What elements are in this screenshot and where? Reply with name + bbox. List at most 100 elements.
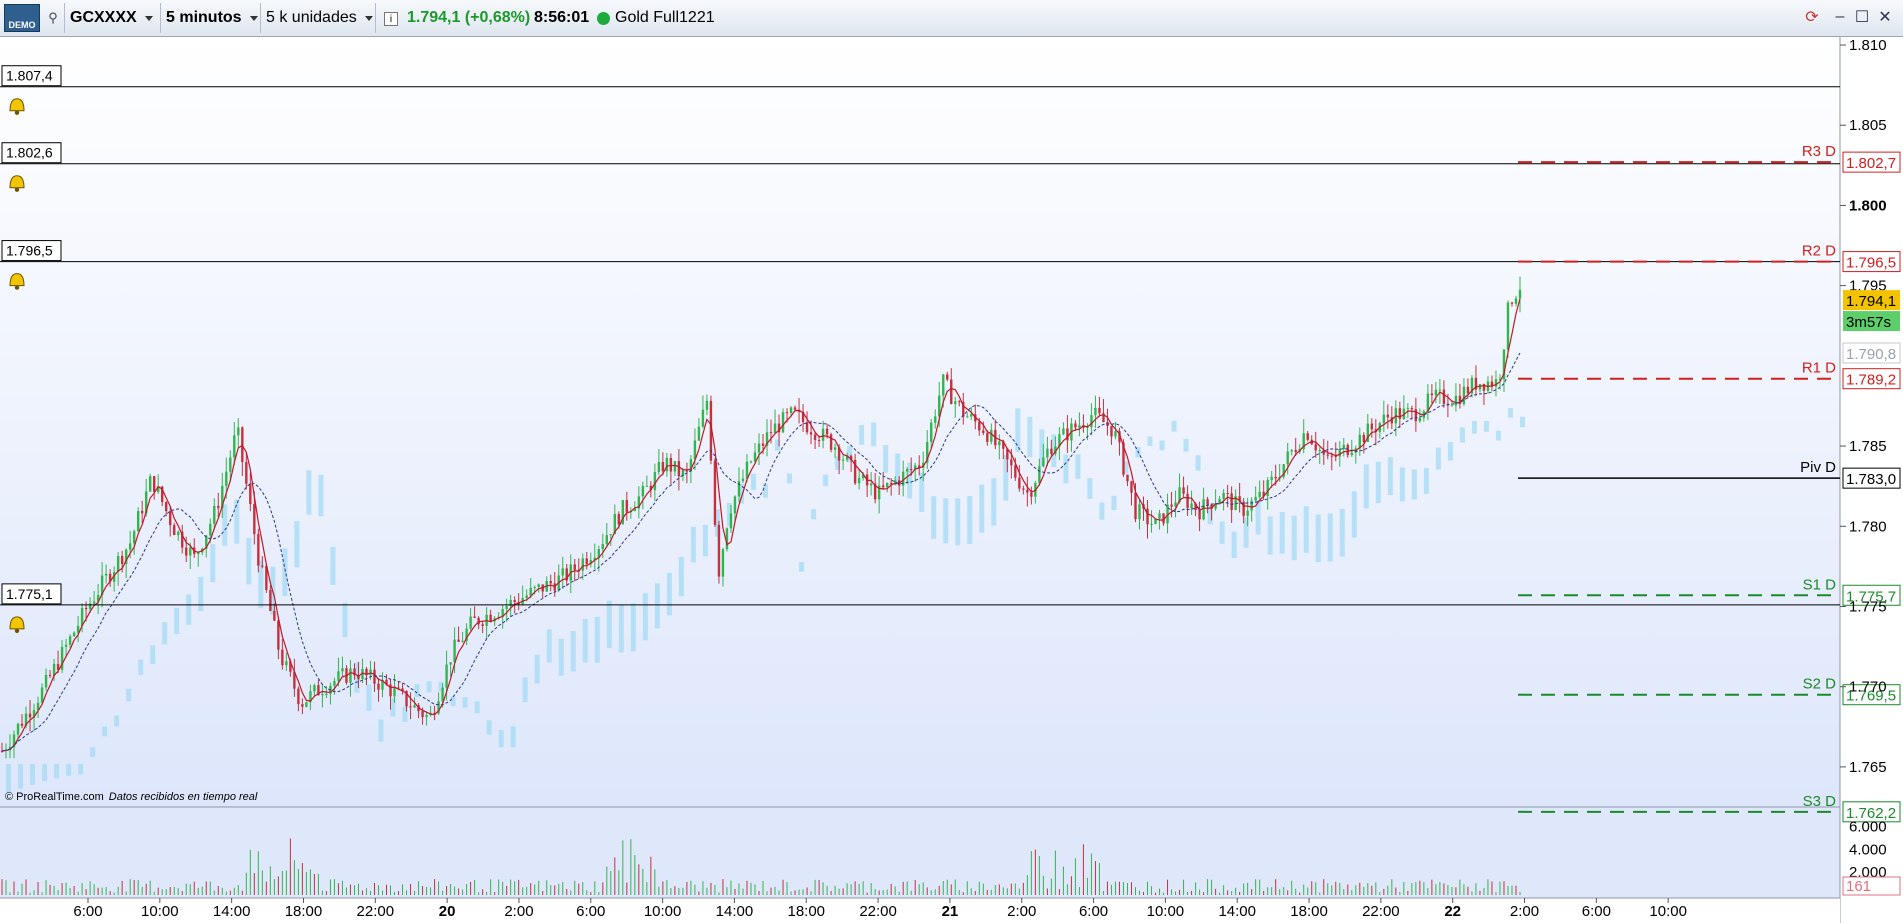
- candle-body: [189, 547, 192, 556]
- candle-body: [132, 531, 136, 544]
- candle-body: [789, 407, 793, 414]
- candle-body: [325, 693, 328, 695]
- candle-body: [341, 668, 344, 672]
- pivot-name: R1 D: [1802, 360, 1836, 377]
- minimize-icon[interactable]: –: [1830, 6, 1850, 28]
- pivot-name: S1 D: [1803, 576, 1837, 593]
- cloud-segment: [1063, 454, 1069, 484]
- cloud-segment: [1387, 457, 1393, 496]
- cloud-segment: [210, 544, 216, 583]
- symbol-selector[interactable]: GCXXXX: [70, 4, 153, 32]
- maximize-icon[interactable]: ☐: [1852, 6, 1872, 28]
- cloud-segment: [1087, 478, 1093, 499]
- period-selector[interactable]: 5 minutos: [166, 4, 258, 32]
- cloud-segment: [1159, 440, 1165, 451]
- candle-body: [449, 662, 452, 665]
- bell-clapper: [14, 285, 20, 290]
- candle-body: [1290, 450, 1293, 452]
- cloud-segment: [618, 604, 624, 653]
- candle-body: [717, 524, 721, 577]
- price-tick-label: 1.765: [1849, 759, 1887, 776]
- candle-body: [1230, 493, 1233, 511]
- candle-body: [1462, 386, 1466, 405]
- candle-body: [92, 601, 96, 604]
- candle-body: [721, 549, 725, 577]
- candle-body: [120, 555, 124, 564]
- candle-body: [305, 702, 308, 707]
- cloud-segment: [1015, 408, 1021, 452]
- candle-body: [104, 573, 108, 576]
- cloud-segment: [1111, 495, 1117, 511]
- pivot-name: Piv D: [1800, 459, 1836, 476]
- chevron-down-icon: [364, 15, 373, 21]
- cloud-segment: [546, 629, 552, 663]
- cloud-segment: [1363, 464, 1369, 509]
- candle-body: [1442, 389, 1446, 404]
- sync-icon[interactable]: ⟳: [1802, 6, 1822, 28]
- candle-body: [1466, 386, 1470, 394]
- candle-body: [209, 523, 212, 536]
- candle-body: [761, 443, 765, 446]
- time-tick-label: 14:00: [716, 903, 754, 920]
- candle-body: [1014, 465, 1017, 478]
- info-icon[interactable]: i: [384, 12, 398, 26]
- candle-body: [321, 694, 324, 696]
- cloud-segment: [378, 719, 384, 742]
- close-icon[interactable]: ✕: [1875, 6, 1895, 28]
- cloud-segment: [1027, 416, 1033, 458]
- candle-body: [20, 723, 24, 726]
- candle-body: [905, 469, 909, 472]
- faded-price-label: 1.790,8: [1846, 346, 1896, 363]
- cloud-segment: [426, 681, 432, 693]
- candle-body: [1370, 423, 1374, 430]
- candle-body: [249, 483, 252, 505]
- link-icon[interactable]: ⚲: [44, 4, 62, 32]
- candle-body: [769, 432, 773, 434]
- symbol-label: GCXXXX: [70, 9, 137, 26]
- time-tick-label: 10:00: [1649, 903, 1687, 920]
- cloud-segment: [366, 684, 372, 711]
- candle-body: [1150, 523, 1153, 525]
- cloud-segment: [1075, 454, 1081, 479]
- candle-body: [757, 443, 761, 453]
- candle-body: [889, 482, 893, 484]
- price-chart[interactable]: 1.807,4 1.802,6 1.796,5 1.775,1 R3 D 1.802,7…: [0, 37, 1903, 923]
- candle-body: [28, 713, 32, 718]
- candle-body: [1294, 450, 1297, 452]
- cloud-segment: [102, 726, 108, 737]
- time-tick-label: 14:00: [213, 903, 251, 920]
- candle-body: [733, 496, 737, 514]
- candle-body: [529, 587, 532, 596]
- candle-body: [946, 374, 949, 380]
- cloud-segment: [1231, 531, 1237, 558]
- candle-body: [1186, 493, 1189, 509]
- candle-body: [821, 428, 825, 441]
- candle-body: [285, 661, 288, 666]
- time-axis-panel: [0, 898, 1840, 923]
- cloud-segment: [78, 763, 84, 775]
- candle-body: [349, 668, 352, 683]
- bell-clapper: [14, 628, 20, 634]
- candle-body: [1274, 476, 1277, 479]
- cloud-segment: [1267, 516, 1273, 555]
- candle-body: [1134, 492, 1137, 520]
- cloud-segment: [1495, 430, 1501, 441]
- cloud-segment: [306, 470, 312, 515]
- candle-body: [1046, 448, 1049, 458]
- candle-body: [245, 461, 248, 484]
- cloud-segment: [1219, 521, 1225, 544]
- candle-body: [1218, 498, 1221, 503]
- candle-body: [1018, 477, 1021, 489]
- cloud-segment: [450, 696, 456, 707]
- cloud-segment: [1399, 467, 1405, 502]
- units-selector[interactable]: 5 k unidades: [266, 4, 373, 32]
- cloud-segment: [1327, 513, 1333, 562]
- candle-body: [1138, 504, 1141, 520]
- time-tick-label: 21: [942, 903, 959, 920]
- candle-body: [1050, 448, 1053, 454]
- candle-body: [857, 478, 861, 484]
- pivot-name: S3 D: [1803, 793, 1837, 810]
- chevron-down-icon: [144, 15, 153, 21]
- cloud-segment: [18, 763, 24, 789]
- candle-body: [1514, 298, 1518, 304]
